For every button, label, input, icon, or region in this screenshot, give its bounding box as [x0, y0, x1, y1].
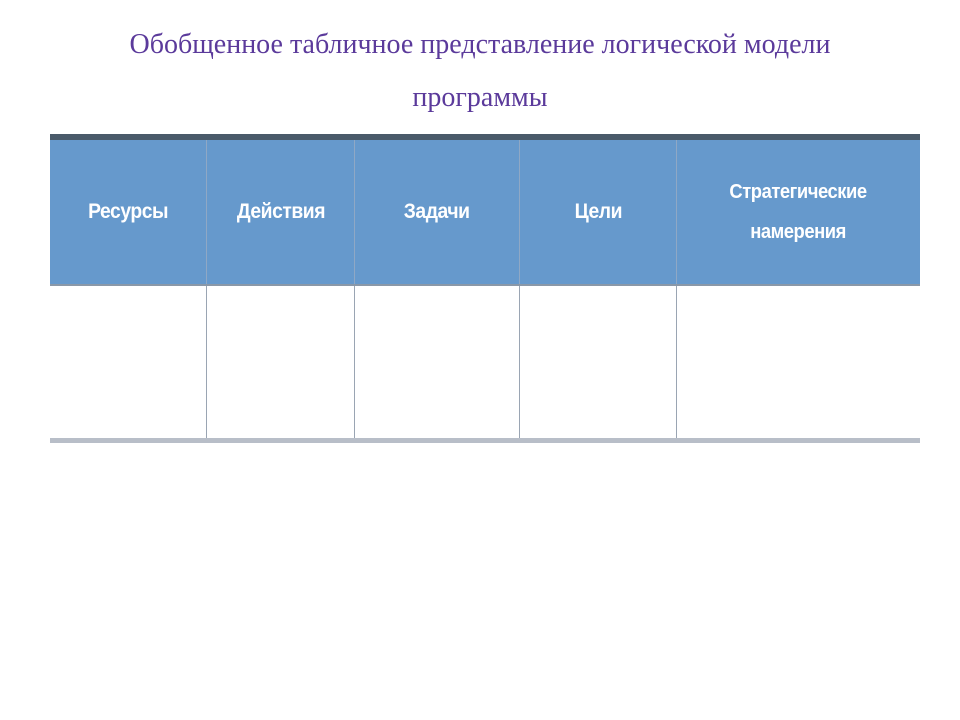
logic-model-table: Ресурсы Действия Задачи Цели Стратегичес… — [50, 134, 920, 443]
column-header-actions: Действия — [213, 137, 349, 285]
table-container: Ресурсы Действия Задачи Цели Стратегичес… — [0, 134, 960, 443]
column-header-strategic: Стратегические намерения — [686, 137, 910, 285]
table-row — [50, 285, 920, 440]
table-header-row: Ресурсы Действия Задачи Цели Стратегичес… — [50, 137, 920, 285]
column-header-tasks: Задачи — [361, 137, 513, 285]
column-header-resources: Ресурсы — [56, 137, 200, 285]
column-header-goals: Цели — [526, 137, 670, 285]
table-cell — [50, 285, 207, 440]
table-cell — [520, 285, 677, 440]
table-cell — [354, 285, 519, 440]
page-title: Обобщенное табличное представление логич… — [0, 0, 960, 134]
table-cell — [676, 285, 920, 440]
table-cell — [207, 285, 355, 440]
